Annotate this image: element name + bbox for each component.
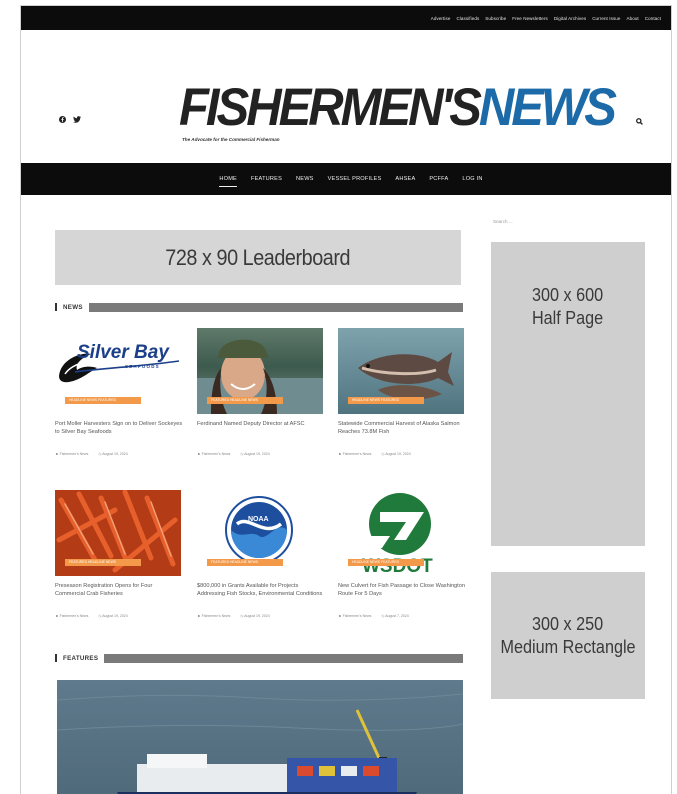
article-title[interactable]: Preseason Registration Opens for Four Co… [55,583,183,607]
news-section-title[interactable]: NEWS [63,304,83,311]
features-section-header: FEATURES [55,653,463,663]
article-date: ◷ August 19, 2024 [381,452,411,456]
utility-nav: Advertise Classifieds Subscribe Free New… [21,6,671,30]
social-links [59,116,81,123]
halfpage-ad-size: 300 x 600 [532,285,604,305]
section-rule [104,653,463,663]
page-frame: Advertise Classifieds Subscribe Free New… [20,5,672,794]
logo-wordmark: FISHERMEN'SNEWS [179,78,617,138]
article-meta: ☻ Fishermen's News ◷ August 19, 2024 [197,614,325,618]
article-date: ◷ August 19, 2024 [240,452,270,456]
article-author[interactable]: ☻ Fishermen's News [197,452,230,456]
noaa-wordmark: NOAA [248,516,269,523]
utility-link-classifieds[interactable]: Classifieds [456,16,479,21]
nav-features[interactable]: FEATURES [251,176,282,182]
article-title[interactable]: Port Moller Harvesters Sign on to Delive… [55,421,183,445]
halfpage-ad[interactable]: 300 x 600 Half Page [491,242,645,546]
news-thumbnail[interactable]: FEATURED HEADLINE NEWS [55,490,181,576]
utility-link-current-issue[interactable]: Current Issue [592,16,620,21]
section-marker [55,654,57,662]
category-tag[interactable]: HEADLINE NEWS FEATURED [348,559,424,566]
news-thumbnail[interactable]: HEADLINE NEWS FEATURED [338,328,464,414]
main-nav: HOME FEATURES NEWS VESSEL PROFILES AHSEA… [21,163,671,195]
news-card[interactable]: HEADLINE NEWS FEATURED Statewide Commerc… [338,328,466,456]
category-tag[interactable]: FEATURED HEADLINE NEWS [65,559,141,566]
utility-link-advertise[interactable]: Advertise [431,16,451,21]
logo-word-fishermens: FISHERMEN'S [179,78,482,138]
masthead: FISHERMEN'SNEWS The Advocate for the Com… [21,30,671,163]
search-icon[interactable] [636,118,643,125]
article-date: ◷ August 19, 2024 [240,614,270,618]
news-card[interactable]: WSDOT HEADLINE NEWS FEATURED New Culvert… [338,490,466,618]
article-meta: ☻ Fishermen's News ◷ August 19, 2024 [55,614,183,618]
news-card[interactable]: Silver Bay SEAFOODS HEADLINE NEWS FEATUR… [55,328,183,456]
nav-vessel-profiles[interactable]: VESSEL PROFILES [328,176,382,182]
utility-link-newsletters[interactable]: Free Newsletters [512,16,548,21]
article-date: ◷ August 19, 2024 [98,452,128,456]
news-thumbnail[interactable]: FEATURED HEADLINE NEWS [197,328,323,414]
category-tag[interactable]: FEATURED HEADLINE NEWS [207,559,283,566]
news-card[interactable]: FEATURED HEADLINE NEWS Ferdinand Named D… [197,328,325,456]
logo-tagline: The Advocate for the Commercial Fisherma… [182,137,280,142]
article-author[interactable]: ☻ Fishermen's News [55,452,88,456]
category-tag[interactable]: HEADLINE NEWS FEATURED [348,397,424,404]
news-card[interactable]: NOAA FEATURED HEADLINE NEWS $800,000 in … [197,490,325,618]
twitter-icon[interactable] [73,116,81,123]
sidebar-search-input[interactable]: Search ... [493,219,513,224]
utility-link-archives[interactable]: Digital Archives [554,16,586,21]
rectangle-ad-label: Medium Rectangle [500,636,636,657]
article-author[interactable]: ☻ Fishermen's News [197,614,230,618]
category-tag[interactable]: HEADLINE NEWS FEATURED [65,397,141,404]
nav-news[interactable]: NEWS [296,176,314,182]
news-thumbnail[interactable]: NOAA FEATURED HEADLINE NEWS [197,490,323,576]
news-thumbnail[interactable]: Silver Bay SEAFOODS HEADLINE NEWS FEATUR… [55,328,181,414]
article-title[interactable]: New Culvert for Fish Passage to Close Wa… [338,583,466,607]
leaderboard-ad-label: 728 x 90 Leaderboard [165,244,351,270]
nav-pcffa[interactable]: PCFFA [429,176,448,182]
features-section-title[interactable]: FEATURES [63,655,98,662]
article-meta: ☻ Fishermen's News ◷ August 19, 2024 [338,452,466,456]
article-date: ◷ August 19, 2024 [98,614,128,618]
nav-home[interactable]: HOME [219,176,237,187]
news-section-header: NEWS [55,302,463,312]
article-author[interactable]: ☻ Fishermen's News [338,452,371,456]
article-author[interactable]: ☻ Fishermen's News [338,614,371,618]
nav-ahsea[interactable]: AHSEA [395,176,415,182]
logo-word-news: NEWS [478,78,617,138]
article-date: ◷ August 7, 2024 [381,614,409,618]
section-rule [88,302,463,312]
feature-image[interactable] [57,680,463,794]
rectangle-ad[interactable]: 300 x 250 Medium Rectangle [491,572,645,699]
category-tag[interactable]: FEATURED HEADLINE NEWS [207,397,283,404]
nav-log-in[interactable]: LOG IN [462,176,482,182]
section-marker [55,303,57,311]
utility-link-subscribe[interactable]: Subscribe [485,16,506,21]
article-title[interactable]: Ferdinand Named Deputy Director at AFSC [197,421,325,445]
news-thumbnail[interactable]: WSDOT HEADLINE NEWS FEATURED [338,490,464,576]
leaderboard-ad[interactable]: 728 x 90 Leaderboard [55,230,461,285]
utility-link-about[interactable]: About [627,16,639,21]
halfpage-ad-label: Half Page [532,307,604,328]
article-title[interactable]: Statewide Commercial Harvest of Alaska S… [338,421,466,445]
facebook-icon[interactable] [59,116,66,123]
article-meta: ☻ Fishermen's News ◷ August 7, 2024 [338,614,466,618]
article-meta: ☻ Fishermen's News ◷ August 19, 2024 [197,452,325,456]
vessel-photo [57,680,463,794]
rectangle-ad-size: 300 x 250 [532,614,604,634]
article-meta: ☻ Fishermen's News ◷ August 19, 2024 [55,452,183,456]
article-author[interactable]: ☻ Fishermen's News [55,614,88,618]
utility-link-contact[interactable]: Contact [645,16,661,21]
news-card[interactable]: FEATURED HEADLINE NEWS Preseason Registr… [55,490,183,618]
site-logo[interactable]: FISHERMEN'SNEWS The Advocate for the Com… [179,78,617,152]
article-title[interactable]: $800,000 in Grants Available for Project… [197,583,325,607]
silver-bay-wordmark: Silver Bay [77,342,170,363]
